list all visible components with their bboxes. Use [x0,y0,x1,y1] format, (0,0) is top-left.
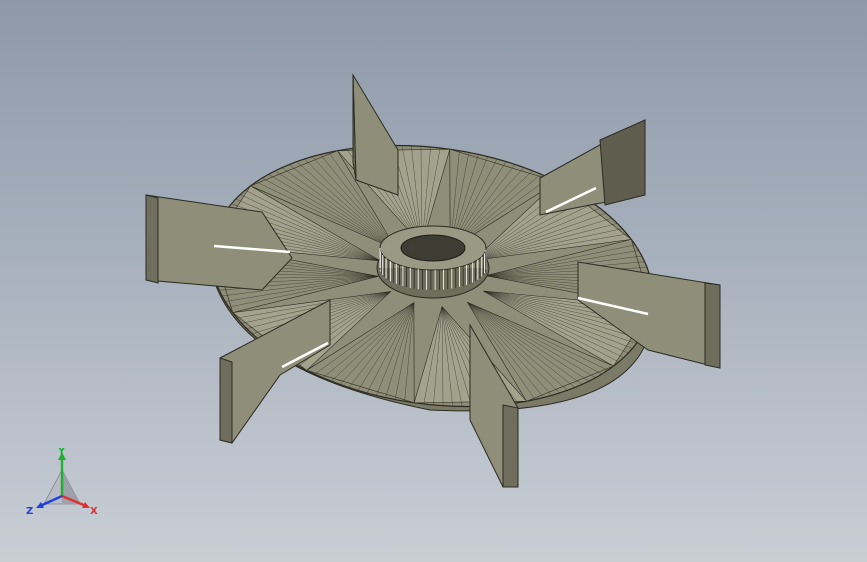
orientation-triad: Y X Z [26,448,98,517]
y-axis-label: Y [57,448,66,457]
blade-upper-right-side [599,119,646,206]
z-axis-label: Z [26,506,33,517]
blade-bottom-side [502,404,519,488]
fan-impeller-model[interactable] [145,73,721,488]
3d-viewport[interactable] [0,0,867,562]
blade-left-side [145,194,159,284]
blade-lower-left-side [219,357,233,444]
hub-bore [400,234,466,262]
blade-right-side [704,282,721,369]
x-axis-label: X [90,506,98,517]
blade-top [352,73,399,196]
